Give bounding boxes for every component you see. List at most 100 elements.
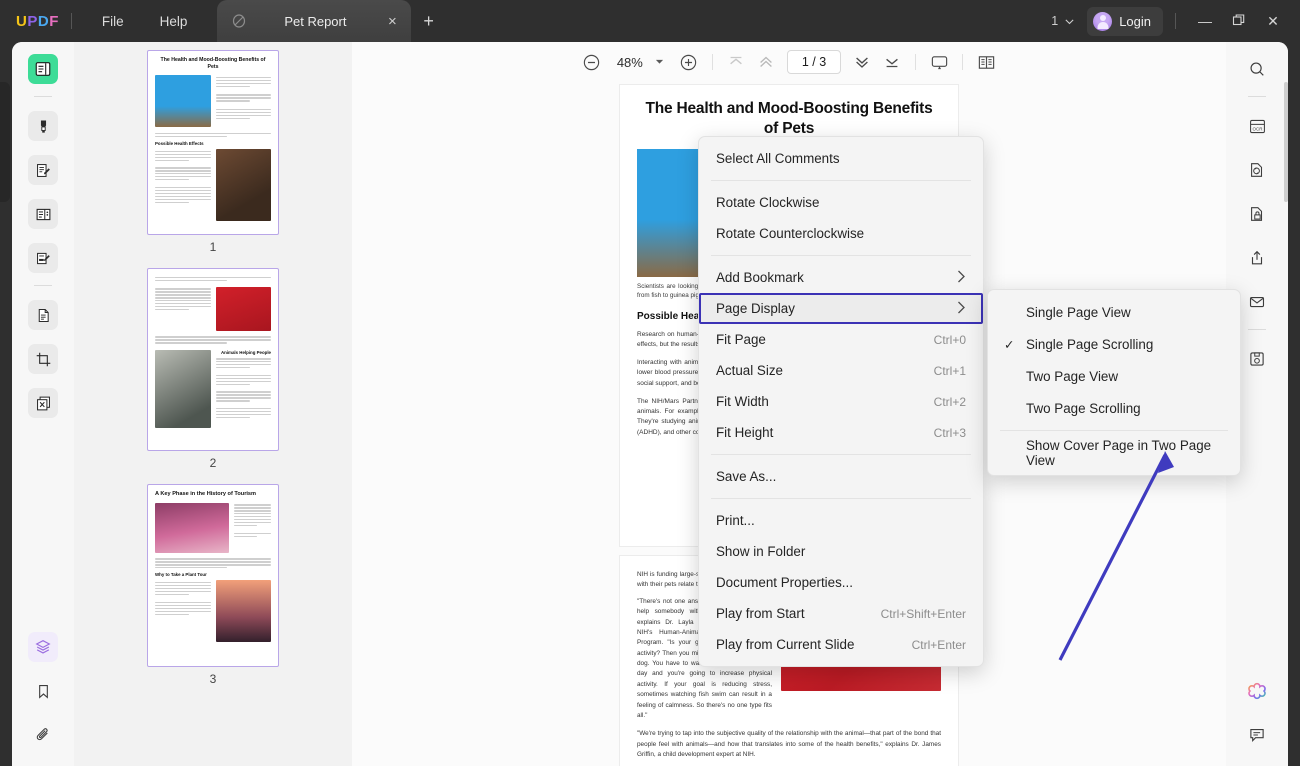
- sidebar-item-attachment[interactable]: [28, 720, 58, 750]
- menu-item-accelerator: Ctrl+Shift+Enter: [881, 607, 966, 621]
- next-page-button[interactable]: [847, 49, 877, 75]
- updf-logo: UPDF: [16, 13, 59, 30]
- last-page-button[interactable]: [877, 49, 907, 75]
- prev-page-button[interactable]: [751, 49, 781, 75]
- redact-icon: [35, 395, 52, 412]
- sidebar-item-convert[interactable]: [28, 300, 58, 330]
- first-page-icon: [727, 53, 745, 71]
- menu-item-fit-width[interactable]: Fit Width Ctrl+2: [699, 386, 983, 417]
- new-tab-button[interactable]: +: [423, 11, 434, 32]
- sidebar-item-layers[interactable]: [28, 632, 58, 662]
- menu-item-rotate-counterclockwise[interactable]: Rotate Counterclockwise: [699, 218, 983, 249]
- menu-item-select-all-comments[interactable]: Select All Comments: [699, 143, 983, 174]
- menu-item-add-bookmark[interactable]: Add Bookmark: [699, 262, 983, 293]
- thumb-heading-1: Possible Health Effects: [155, 141, 271, 146]
- page-indicator[interactable]: 1 / 3: [787, 50, 841, 74]
- viewer-toolbar: 48%: [352, 42, 1226, 78]
- presentation-button[interactable]: [924, 49, 954, 75]
- sidebar-item-comment-edit[interactable]: [28, 243, 58, 273]
- window-count-dropdown[interactable]: 1: [1051, 14, 1075, 28]
- chevron-down-icon: [1064, 16, 1075, 27]
- right-item-ocr[interactable]: OCR: [1242, 111, 1272, 141]
- menu-item-page-display[interactable]: Page Display: [699, 293, 983, 324]
- thumbnail-page-3[interactable]: A Key Phase in the History of Tourism: [147, 484, 279, 667]
- page-layout-button[interactable]: [971, 49, 1001, 75]
- menu-item-accelerator: Ctrl+2: [934, 395, 966, 409]
- page-thumbnail-panel[interactable]: The Health and Mood-Boosting Benefits of…: [74, 42, 352, 766]
- menu-item-show-in-folder[interactable]: Show in Folder: [699, 536, 983, 567]
- menu-item-label: Print...: [716, 513, 755, 528]
- sidebar-item-bookmark[interactable]: [28, 676, 58, 706]
- menu-item-rotate-clockwise[interactable]: Rotate Clockwise: [699, 187, 983, 218]
- sidebar-item-reader[interactable]: [28, 54, 58, 84]
- close-button[interactable]: ✕: [1256, 13, 1290, 30]
- edit-pdf-icon: [35, 162, 52, 179]
- menu-item-play-from-current-slide[interactable]: Play from Current Slide Ctrl+Enter: [699, 629, 983, 660]
- divider: [1000, 430, 1228, 431]
- vertical-scrollbar[interactable]: [1284, 82, 1288, 202]
- submenu-item-label: Two Page Scrolling: [1026, 401, 1141, 416]
- next-page-icon: [853, 53, 871, 71]
- menu-item-label: Fit Height: [716, 425, 773, 440]
- submenu-item-single-page-scrolling[interactable]: ✓ Single Page Scrolling: [988, 328, 1240, 360]
- menu-item-fit-height[interactable]: Fit Height Ctrl+3: [699, 417, 983, 448]
- right-item-email[interactable]: [1242, 287, 1272, 317]
- thumbnail-page-1[interactable]: The Health and Mood-Boosting Benefits of…: [147, 50, 279, 235]
- tab-close-icon[interactable]: ×: [383, 13, 401, 30]
- sidebar-item-highlighter[interactable]: [28, 111, 58, 141]
- divider: [1248, 329, 1266, 330]
- comment-edit-icon: [35, 250, 52, 267]
- right-item-save[interactable]: [1242, 344, 1272, 374]
- save-icon: [1248, 350, 1266, 368]
- right-item-convert[interactable]: [1242, 155, 1272, 185]
- submenu-item-single-page-view[interactable]: Single Page View: [988, 296, 1240, 328]
- thumbnail-page-2[interactable]: Animals Helping People: [147, 268, 279, 451]
- zoom-in-icon: [679, 53, 698, 72]
- zoom-level-value[interactable]: 48%: [607, 55, 653, 70]
- menu-help[interactable]: Help: [142, 14, 206, 29]
- zoom-out-button[interactable]: [577, 49, 607, 75]
- menu-item-label: Document Properties...: [716, 575, 853, 590]
- right-item-chat[interactable]: [1242, 720, 1272, 750]
- submenu-item-label: Single Page Scrolling: [1026, 337, 1153, 352]
- bookmark-icon: [35, 683, 52, 700]
- zoom-dropdown-icon[interactable]: [655, 58, 664, 67]
- menu-item-play-from-start[interactable]: Play from Start Ctrl+Shift+Enter: [699, 598, 983, 629]
- divider: [1248, 96, 1266, 97]
- first-page-button[interactable]: [721, 49, 751, 75]
- restore-button[interactable]: [1222, 13, 1256, 30]
- thumb-heading-3: Why to Take a Plant Tour: [155, 572, 271, 577]
- submenu-item-two-page-view[interactable]: Two Page View: [988, 360, 1240, 392]
- divider: [962, 54, 963, 70]
- sidebar-item-crop[interactable]: [28, 344, 58, 374]
- context-menu[interactable]: Select All Comments Rotate Clockwise Rot…: [698, 136, 984, 667]
- menu-item-actual-size[interactable]: Actual Size Ctrl+1: [699, 355, 983, 386]
- submenu-item-show-cover-page[interactable]: Show Cover Page in Two Page View: [988, 437, 1240, 469]
- submenu-item-two-page-scrolling[interactable]: Two Page Scrolling: [988, 392, 1240, 424]
- menu-item-fit-page[interactable]: Fit Page Ctrl+0: [699, 324, 983, 355]
- page-convert-icon: [35, 307, 52, 324]
- zoom-in-button[interactable]: [674, 49, 704, 75]
- presentation-icon: [930, 53, 949, 72]
- right-item-search[interactable]: [1242, 54, 1272, 84]
- menu-item-save-as[interactable]: Save As...: [699, 461, 983, 492]
- document-tab-pet-report[interactable]: Pet Report ×: [217, 0, 411, 42]
- right-item-ai-assistant[interactable]: [1242, 676, 1272, 706]
- sidebar-item-organize-pages[interactable]: [28, 199, 58, 229]
- sidebar-item-redact[interactable]: [28, 388, 58, 418]
- page-display-submenu[interactable]: Single Page View ✓ Single Page Scrolling…: [987, 289, 1241, 476]
- right-item-protect[interactable]: [1242, 199, 1272, 229]
- right-item-share[interactable]: [1242, 243, 1272, 273]
- protect-file-icon: [1248, 205, 1266, 223]
- menu-file[interactable]: File: [84, 14, 142, 29]
- submenu-item-label: Single Page View: [1026, 305, 1131, 320]
- menu-item-document-properties[interactable]: Document Properties...: [699, 567, 983, 598]
- checkmark-icon: ✓: [1004, 337, 1014, 352]
- menu-item-print[interactable]: Print...: [699, 505, 983, 536]
- minimize-button[interactable]: —: [1188, 13, 1222, 29]
- divider: [34, 285, 52, 286]
- login-button[interactable]: Login: [1087, 7, 1163, 36]
- sidebar-item-edit-pdf[interactable]: [28, 155, 58, 185]
- panel-drag-handle[interactable]: [0, 82, 10, 202]
- divider: [711, 180, 971, 181]
